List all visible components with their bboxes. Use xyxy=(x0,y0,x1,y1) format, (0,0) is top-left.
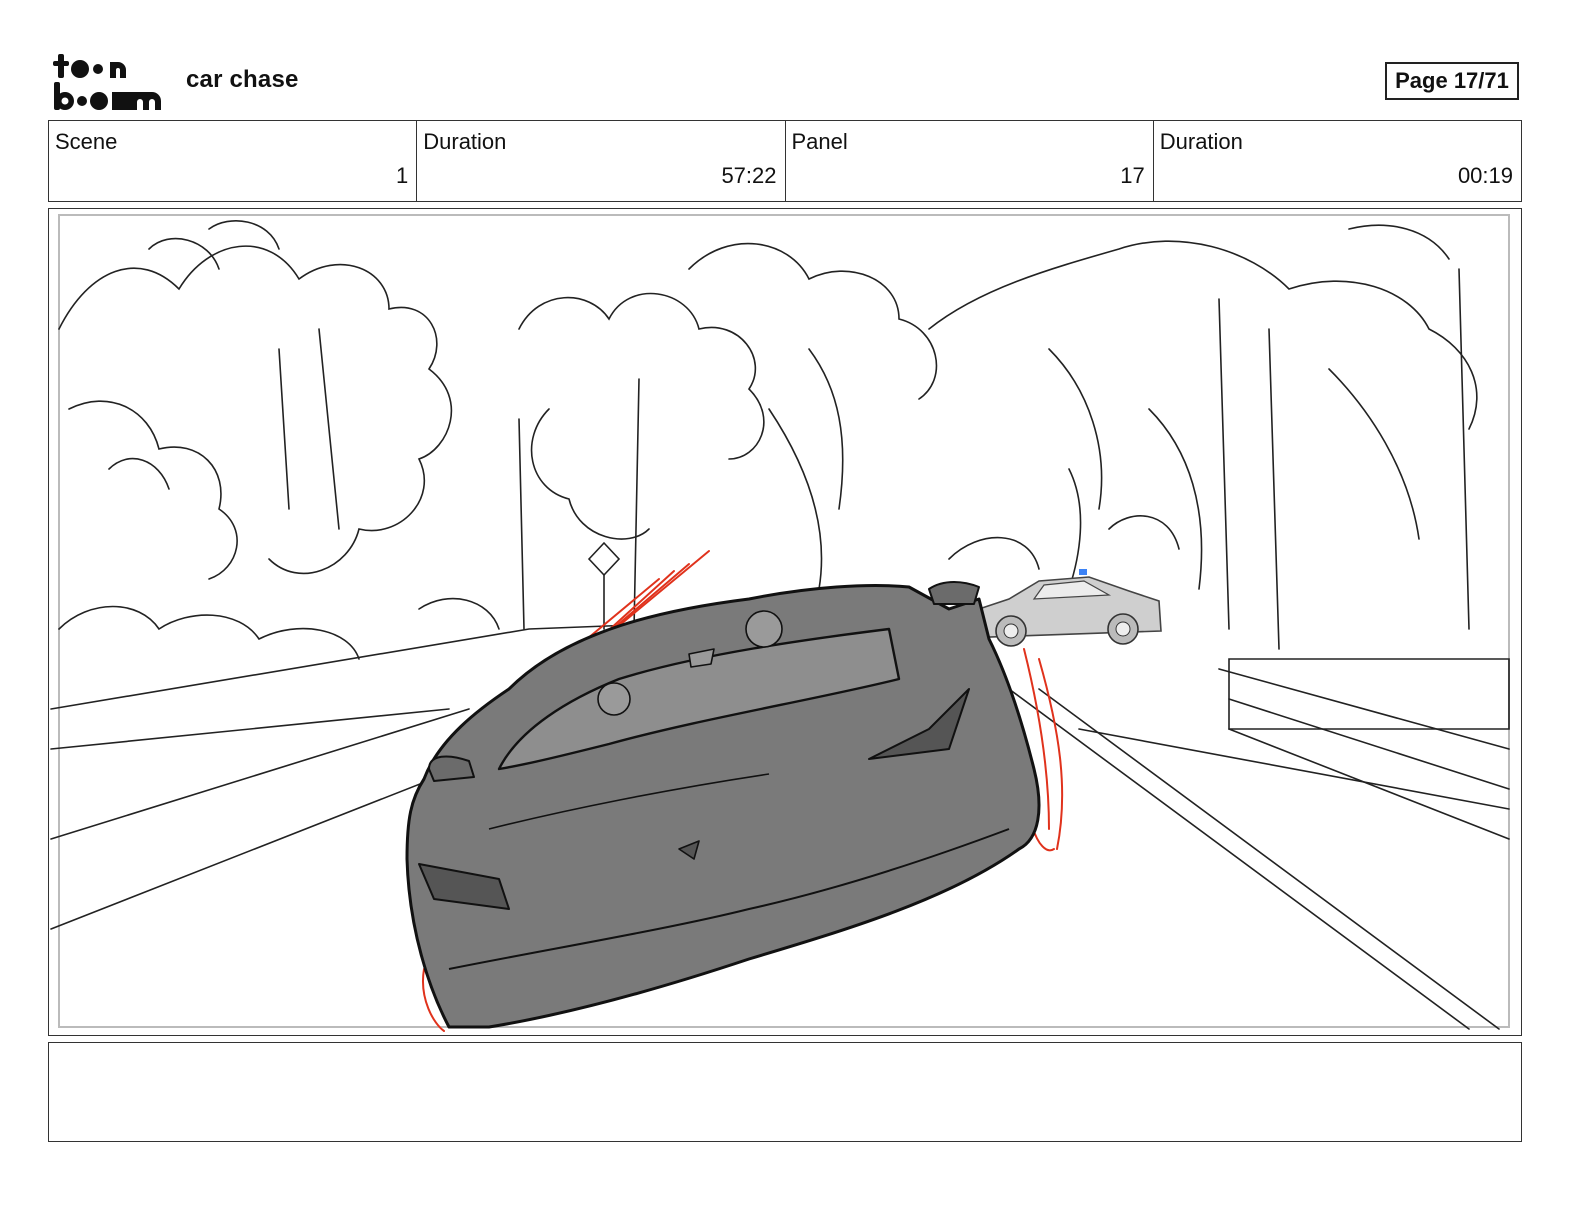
scene-value: 1 xyxy=(396,163,409,188)
scene-cell: Scene 1 xyxy=(49,121,418,201)
panel-notes-box[interactable] xyxy=(48,1042,1522,1142)
scene-duration-label: Duration xyxy=(423,129,507,154)
panel-value: 17 xyxy=(1120,163,1145,188)
panel-sketch xyxy=(50,214,1510,1032)
panel-label: Panel xyxy=(791,129,848,154)
panel-info-table: Scene 1 Duration 57:22 Panel 17 Duration… xyxy=(48,120,1522,202)
panel-duration-value: 00:19 xyxy=(1457,163,1513,188)
scene-duration-value: 57:22 xyxy=(721,163,777,188)
scene-label: Scene xyxy=(55,129,118,154)
panel-duration-label: Duration xyxy=(1159,129,1243,154)
panel-cell: Panel 17 xyxy=(786,121,1154,201)
police-car xyxy=(977,569,1162,647)
toon-boom-logo xyxy=(53,54,161,110)
sports-car xyxy=(405,581,1041,1029)
page-indicator: Page 17/71 xyxy=(1385,62,1519,100)
panel-duration-cell: Duration 00:19 xyxy=(1154,121,1521,201)
project-title: car chase xyxy=(186,66,299,93)
scene-duration-cell: Duration 57:22 xyxy=(417,121,786,201)
storyboard-panel xyxy=(48,208,1522,1036)
